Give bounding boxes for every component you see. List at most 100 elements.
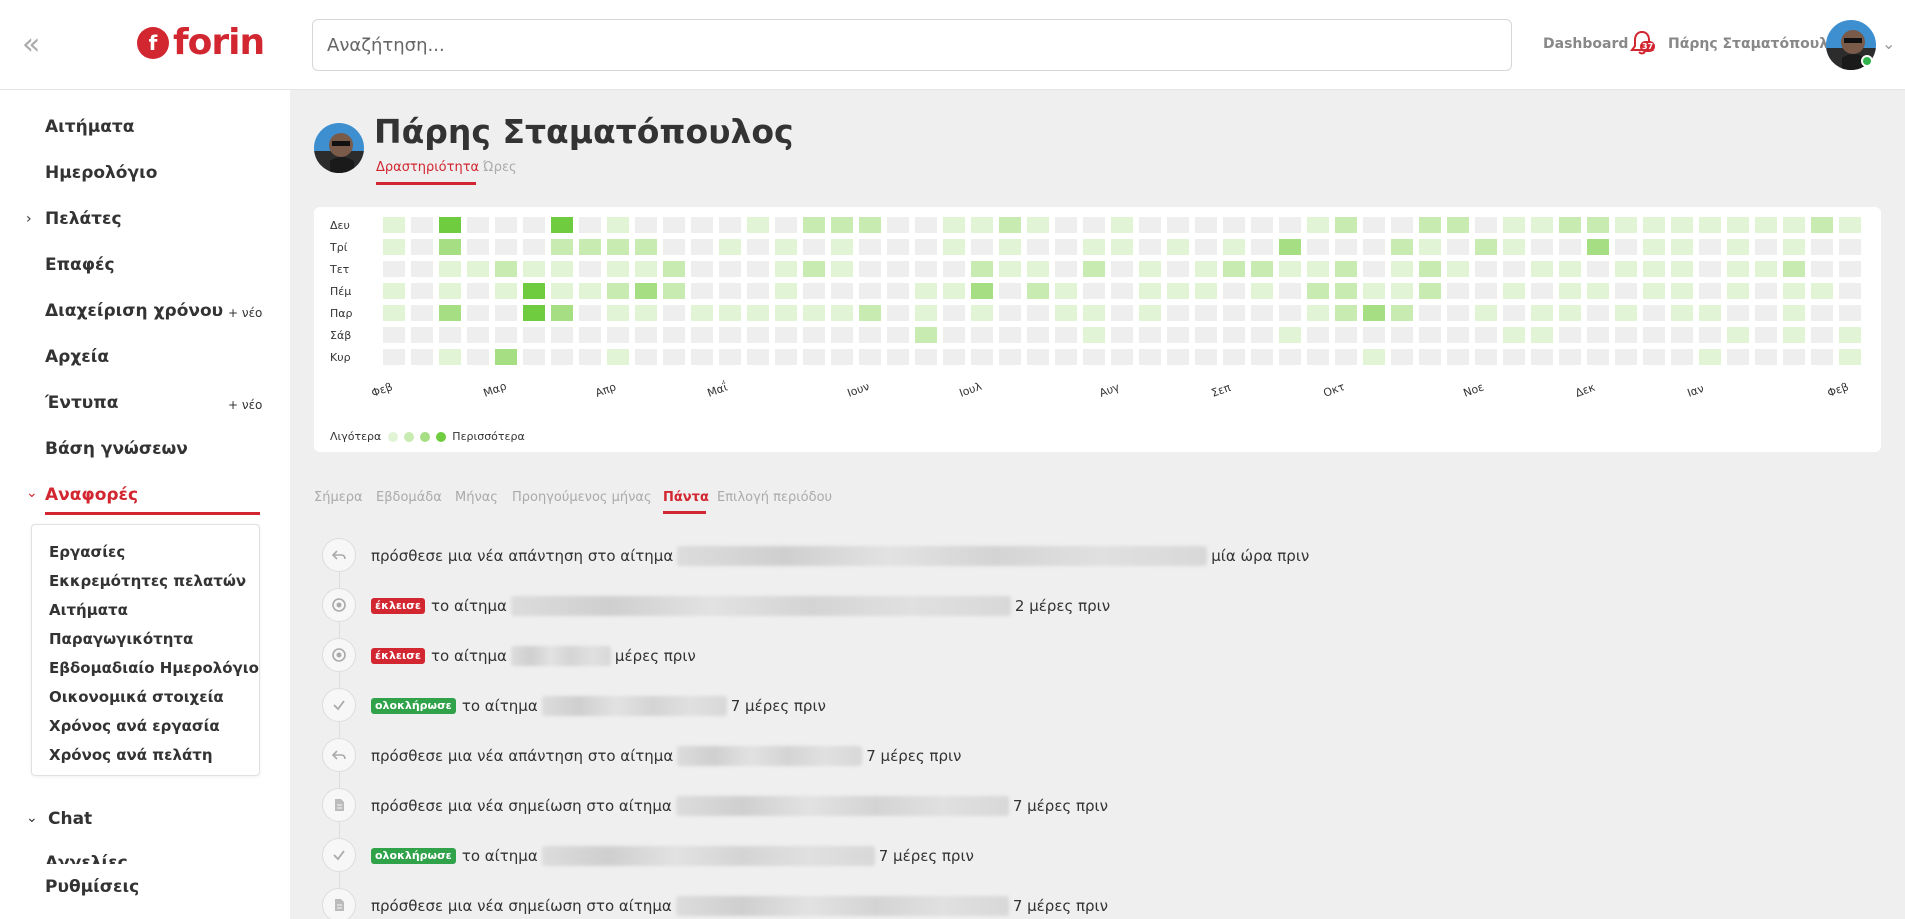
heatmap-cell[interactable] bbox=[383, 261, 405, 277]
heatmap-cell[interactable] bbox=[1615, 283, 1637, 299]
heatmap-cell[interactable] bbox=[1643, 305, 1665, 321]
heatmap-cell[interactable] bbox=[439, 327, 461, 343]
heatmap-cell[interactable] bbox=[999, 261, 1021, 277]
heatmap-cell[interactable] bbox=[999, 217, 1021, 233]
heatmap-cell[interactable] bbox=[1027, 349, 1049, 365]
heatmap-cell[interactable] bbox=[1027, 283, 1049, 299]
heatmap-cell[interactable] bbox=[1671, 239, 1693, 255]
heatmap-cell[interactable] bbox=[1055, 239, 1077, 255]
heatmap-cell[interactable] bbox=[1755, 327, 1777, 343]
heatmap-cell[interactable] bbox=[831, 327, 853, 343]
heatmap-cell[interactable] bbox=[1531, 261, 1553, 277]
heatmap-cell[interactable] bbox=[1671, 327, 1693, 343]
heatmap-cell[interactable] bbox=[1139, 217, 1161, 233]
heatmap-cell[interactable] bbox=[1587, 217, 1609, 233]
heatmap-cell[interactable] bbox=[971, 217, 993, 233]
heatmap-cell[interactable] bbox=[495, 283, 517, 299]
heatmap-cell[interactable] bbox=[523, 217, 545, 233]
heatmap-cell[interactable] bbox=[1727, 327, 1749, 343]
heatmap-cell[interactable] bbox=[719, 327, 741, 343]
heatmap-cell[interactable] bbox=[1447, 349, 1469, 365]
heatmap-cell[interactable] bbox=[1111, 283, 1133, 299]
heatmap-cell[interactable] bbox=[1839, 217, 1861, 233]
heatmap-cell[interactable] bbox=[1447, 261, 1469, 277]
heatmap-cell[interactable] bbox=[999, 305, 1021, 321]
heatmap-cell[interactable] bbox=[1811, 261, 1833, 277]
heatmap-cell[interactable] bbox=[523, 261, 545, 277]
heatmap-cell[interactable] bbox=[887, 349, 909, 365]
heatmap-cell[interactable] bbox=[1671, 217, 1693, 233]
sidebar-item-knowledge-base[interactable]: Βάση γνώσεων bbox=[45, 439, 188, 459]
heatmap-cell[interactable] bbox=[719, 283, 741, 299]
heatmap-cell[interactable] bbox=[1839, 327, 1861, 343]
heatmap-cell[interactable] bbox=[439, 349, 461, 365]
heatmap-cell[interactable] bbox=[691, 327, 713, 343]
heatmap-cell[interactable] bbox=[971, 283, 993, 299]
heatmap-cell[interactable] bbox=[1587, 261, 1609, 277]
heatmap-cell[interactable] bbox=[1699, 261, 1721, 277]
filter-tab-month[interactable]: Μήνας bbox=[455, 490, 498, 505]
heatmap-cell[interactable] bbox=[1279, 327, 1301, 343]
heatmap-cell[interactable] bbox=[915, 349, 937, 365]
submenu-item-tasks[interactable]: Εργασίες bbox=[49, 543, 125, 561]
heatmap-cell[interactable] bbox=[1111, 217, 1133, 233]
heatmap-cell[interactable] bbox=[551, 349, 573, 365]
heatmap-cell[interactable] bbox=[1559, 305, 1581, 321]
heatmap-cell[interactable] bbox=[803, 239, 825, 255]
heatmap-cell[interactable] bbox=[1699, 349, 1721, 365]
heatmap-cell[interactable] bbox=[1279, 239, 1301, 255]
heatmap-cell[interactable] bbox=[831, 217, 853, 233]
heatmap-cell[interactable] bbox=[1335, 349, 1357, 365]
heatmap-cell[interactable] bbox=[551, 305, 573, 321]
heatmap-cell[interactable] bbox=[467, 327, 489, 343]
heatmap-cell[interactable] bbox=[859, 305, 881, 321]
heatmap-cell[interactable] bbox=[803, 349, 825, 365]
heatmap-cell[interactable] bbox=[523, 239, 545, 255]
heatmap-cell[interactable] bbox=[607, 217, 629, 233]
heatmap-cell[interactable] bbox=[1027, 261, 1049, 277]
heatmap-cell[interactable] bbox=[831, 261, 853, 277]
heatmap-cell[interactable] bbox=[803, 217, 825, 233]
heatmap-cell[interactable] bbox=[663, 217, 685, 233]
submenu-item-client-pending[interactable]: Εκκρεμότητες πελατών bbox=[49, 572, 246, 590]
heatmap-cell[interactable] bbox=[1195, 327, 1217, 343]
chevron-down-icon[interactable]: ⌄ bbox=[26, 485, 38, 501]
redacted-request-link[interactable] bbox=[677, 746, 863, 766]
heatmap-cell[interactable] bbox=[1223, 261, 1245, 277]
heatmap-cell[interactable] bbox=[1307, 217, 1329, 233]
heatmap-cell[interactable] bbox=[831, 239, 853, 255]
heatmap-cell[interactable] bbox=[1503, 239, 1525, 255]
heatmap-cell[interactable] bbox=[607, 327, 629, 343]
heatmap-cell[interactable] bbox=[1839, 349, 1861, 365]
heatmap-cell[interactable] bbox=[635, 327, 657, 343]
submenu-item-time-per-client[interactable]: Χρόνος ανά πελάτη bbox=[49, 746, 213, 764]
heatmap-cell[interactable] bbox=[1811, 349, 1833, 365]
heatmap-cell[interactable] bbox=[467, 305, 489, 321]
heatmap-cell[interactable] bbox=[1755, 239, 1777, 255]
heatmap-cell[interactable] bbox=[1391, 261, 1413, 277]
user-menu-chevron-down-icon[interactable]: ⌄ bbox=[1882, 34, 1895, 53]
redacted-request-link[interactable] bbox=[541, 696, 727, 716]
heatmap-cell[interactable] bbox=[495, 327, 517, 343]
chat-chevron-down-icon[interactable]: ⌄ bbox=[26, 810, 38, 826]
heatmap-cell[interactable] bbox=[1027, 305, 1049, 321]
heatmap-cell[interactable] bbox=[1195, 261, 1217, 277]
heatmap-cell[interactable] bbox=[943, 327, 965, 343]
heatmap-cell[interactable] bbox=[859, 239, 881, 255]
heatmap-cell[interactable] bbox=[663, 283, 685, 299]
heatmap-cell[interactable] bbox=[1727, 349, 1749, 365]
chevron-right-icon[interactable]: › bbox=[26, 211, 32, 227]
sidebar-item-ads[interactable]: Αγγελίες bbox=[45, 853, 128, 864]
heatmap-cell[interactable] bbox=[1811, 327, 1833, 343]
heatmap-cell[interactable] bbox=[1223, 217, 1245, 233]
heatmap-cell[interactable] bbox=[747, 305, 769, 321]
heatmap-cell[interactable] bbox=[775, 283, 797, 299]
heatmap-cell[interactable] bbox=[1251, 239, 1273, 255]
heatmap-cell[interactable] bbox=[635, 283, 657, 299]
filter-tab-previous-month[interactable]: Προηγούμενος μήνας bbox=[512, 490, 652, 505]
heatmap-cell[interactable] bbox=[1783, 261, 1805, 277]
heatmap-cell[interactable] bbox=[1279, 305, 1301, 321]
redacted-request-link[interactable] bbox=[675, 796, 1009, 816]
heatmap-cell[interactable] bbox=[1195, 217, 1217, 233]
heatmap-cell[interactable] bbox=[1559, 217, 1581, 233]
